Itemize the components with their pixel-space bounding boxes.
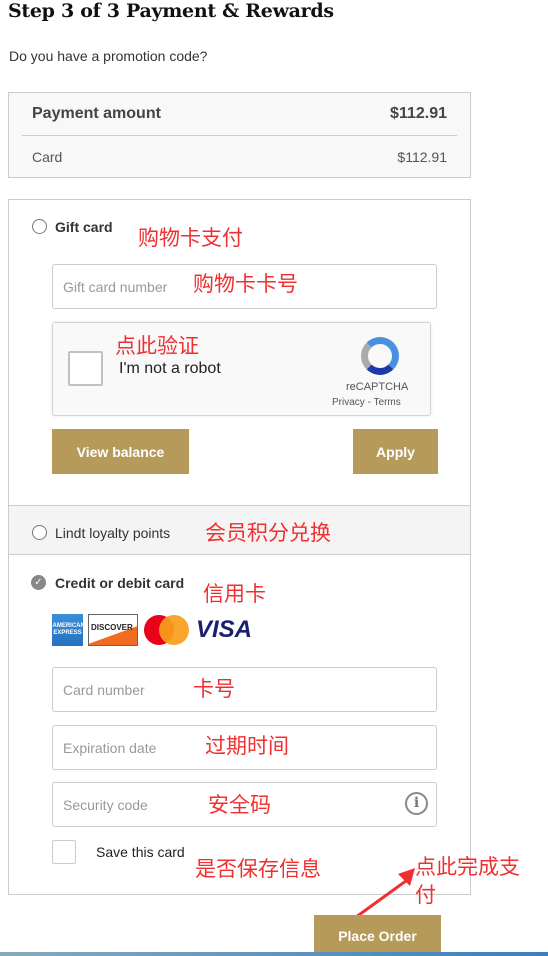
- annotation-save: 是否保存信息: [195, 857, 321, 881]
- visa-logo-icon: VISA: [196, 616, 253, 643]
- expiration-placeholder: Expiration date: [63, 739, 157, 756]
- card-label: Card: [32, 149, 63, 165]
- security-code-placeholder: Security code: [63, 796, 148, 813]
- recaptcha-widget: I'm not a robot reCAPTCHA Privacy - Term…: [52, 322, 431, 416]
- annotation-verify: 点此验证: [115, 334, 199, 358]
- page-title: Step 3 of 3 Payment & Rewards: [8, 0, 334, 22]
- annotation-expiry: 过期时间: [205, 734, 289, 758]
- annotation-place: 点此完成支付: [415, 855, 520, 907]
- discover-text: DISCOVER: [91, 623, 133, 632]
- annotation-gift: 购物卡支付: [138, 226, 243, 250]
- annotation-gift-number: 购物卡卡号: [193, 272, 298, 296]
- payment-summary: Payment amount $112.91 Card $112.91: [8, 92, 471, 178]
- loyalty-radio[interactable]: [32, 525, 47, 540]
- save-card-checkbox[interactable]: [52, 840, 76, 864]
- card-number-placeholder: Card number: [63, 681, 145, 698]
- recaptcha-checkbox[interactable]: [68, 351, 103, 386]
- save-card-label: Save this card: [96, 844, 185, 860]
- annotation-card-number: 卡号: [193, 677, 235, 701]
- payment-amount-total: $112.91: [390, 105, 447, 122]
- annotation-credit: 信用卡: [203, 582, 266, 606]
- apply-button[interactable]: Apply: [353, 429, 438, 474]
- recaptcha-label: I'm not a robot: [119, 360, 221, 377]
- privacy-link[interactable]: Privacy: [332, 397, 365, 408]
- annotation-cvv: 安全码: [208, 793, 271, 817]
- credit-card-checked-icon[interactable]: ✓: [31, 575, 46, 590]
- promotion-code-link[interactable]: Do you have a promotion code?: [9, 48, 207, 64]
- credit-card-label: Credit or debit card: [55, 575, 185, 591]
- gift-card-number-placeholder: Gift card number: [63, 278, 168, 295]
- place-order-button[interactable]: Place Order: [314, 915, 441, 956]
- amex-logo-icon: American Express: [52, 614, 83, 646]
- payment-amount-label: Payment amount: [32, 105, 161, 122]
- terms-link[interactable]: Terms: [374, 397, 401, 408]
- amex-logo-text: American Express: [52, 623, 84, 636]
- separator: -: [364, 397, 374, 408]
- gift-card-label: Gift card: [55, 219, 113, 235]
- loyalty-label: Lindt loyalty points: [55, 525, 171, 541]
- mastercard-logo-icon-2: [159, 615, 189, 645]
- annotation-loyalty: 会员积分兑换: [205, 521, 331, 545]
- card-amount: $112.91: [397, 149, 447, 165]
- discover-logo-icon: DISCOVER: [88, 614, 138, 646]
- card-number-input[interactable]: Card number: [52, 667, 437, 712]
- view-balance-button[interactable]: View balance: [52, 429, 189, 474]
- info-icon[interactable]: i: [405, 792, 428, 815]
- taskbar: [0, 952, 548, 956]
- recaptcha-brand: reCAPTCHA: [346, 381, 409, 393]
- recaptcha-logo-icon: [361, 337, 399, 375]
- gift-card-radio[interactable]: [32, 219, 47, 234]
